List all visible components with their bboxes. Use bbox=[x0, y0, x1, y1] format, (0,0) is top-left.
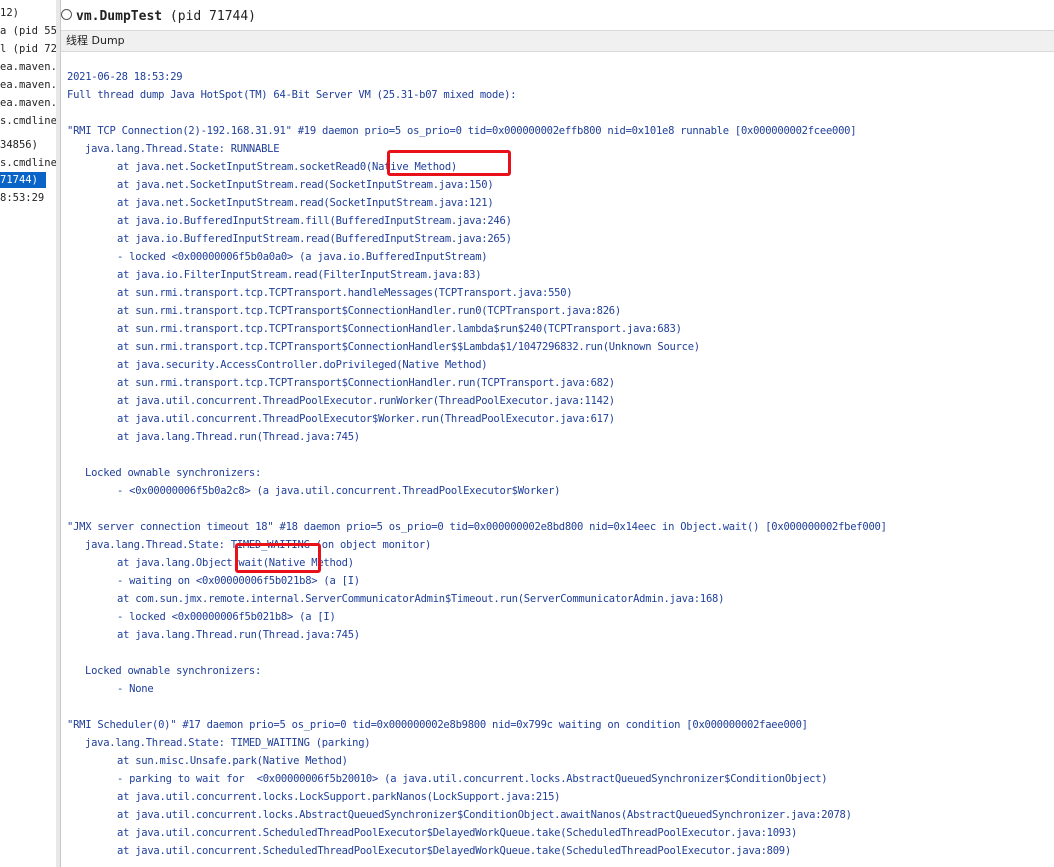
thread-header: "RMI TCP Connection(2)-192.168.31.91" #1… bbox=[67, 125, 857, 137]
stack-frame: at java.util.concurrent.ScheduledThreadP… bbox=[117, 845, 791, 857]
stack-frame: at java.util.concurrent.locks.AbstractQu… bbox=[117, 809, 852, 821]
tree-item[interactable]: a (pid 55 bbox=[0, 23, 56, 39]
main-panel: vm.DumpTest (pid 71744) 线程 Dump 2021-06-… bbox=[61, 0, 1054, 867]
thread-state: java.lang.Thread.State: TIMED_WAITING (o… bbox=[85, 539, 432, 551]
stack-frame: at java.io.BufferedInputStream.read(Buff… bbox=[117, 233, 512, 245]
tab-thread-dump[interactable]: 线程 Dump bbox=[66, 31, 125, 51]
tree-item[interactable]: s.cmdline bbox=[0, 155, 56, 171]
dump-header: Full thread dump Java HotSpot(TM) 64-Bit… bbox=[67, 89, 517, 101]
stack-frame: at java.lang.Object.wait(Native Method) bbox=[117, 557, 354, 569]
document-title: vm.DumpTest (pid 71744) bbox=[61, 6, 256, 28]
locked-synchronizer-item: - None bbox=[117, 683, 154, 695]
tree-item[interactable]: ea.maven. bbox=[0, 95, 56, 111]
stack-frame: at java.lang.Thread.run(Thread.java:745) bbox=[117, 431, 360, 443]
stack-frame: at sun.rmi.transport.tcp.TCPTransport$Co… bbox=[117, 377, 615, 389]
tree-item[interactable]: 8:53:29 bbox=[0, 190, 44, 206]
thread-header: "RMI Scheduler(0)" #17 daemon prio=5 os_… bbox=[67, 719, 808, 731]
stack-frame: - parking to wait for <0x00000006f5b2001… bbox=[117, 773, 828, 785]
tree-item-selected[interactable]: 71744) bbox=[0, 172, 46, 188]
stack-frame: at java.net.SocketInputStream.read(Socke… bbox=[117, 179, 494, 191]
stack-frame: at sun.rmi.transport.tcp.TCPTransport$Co… bbox=[117, 305, 621, 317]
locked-synchronizers-title: Locked ownable synchronizers: bbox=[85, 665, 262, 677]
tree-item[interactable]: 12) bbox=[0, 5, 19, 21]
stack-frame: at java.util.concurrent.ScheduledThreadP… bbox=[117, 827, 798, 839]
thread-state: java.lang.Thread.State: RUNNABLE bbox=[85, 143, 280, 155]
applications-tree[interactable]: 12) a (pid 55 l (pid 72 ea.maven. ea.mav… bbox=[0, 0, 57, 867]
tree-item[interactable]: s.cmdline bbox=[0, 113, 56, 129]
stack-frame: at java.net.SocketInputStream.read(Socke… bbox=[117, 197, 494, 209]
stack-frame: at sun.rmi.transport.tcp.TCPTransport$Co… bbox=[117, 323, 682, 335]
locked-synchronizers-title: Locked ownable synchronizers: bbox=[85, 467, 262, 479]
tree-item[interactable]: l (pid 72 bbox=[0, 41, 56, 57]
stack-frame: at java.io.FilterInputStream.read(Filter… bbox=[117, 269, 482, 281]
tree-item[interactable]: 34856) bbox=[0, 137, 38, 153]
stack-frame: at java.util.concurrent.ThreadPoolExecut… bbox=[117, 395, 615, 407]
stack-frame: at java.security.AccessController.doPriv… bbox=[117, 359, 488, 371]
thread-header: "JMX server connection timeout 18" #18 d… bbox=[67, 521, 887, 533]
stack-frame: - locked <0x00000006f5b021b8> (a [I) bbox=[117, 611, 336, 623]
stack-frame: at java.util.concurrent.ThreadPoolExecut… bbox=[117, 413, 615, 425]
visualvm-window: 12) a (pid 55 l (pid 72 ea.maven. ea.mav… bbox=[0, 0, 1054, 867]
dump-timestamp: 2021-06-28 18:53:29 bbox=[67, 71, 183, 83]
tree-item[interactable]: ea.maven. bbox=[0, 59, 56, 75]
stack-frame: at java.lang.Thread.run(Thread.java:745) bbox=[117, 629, 360, 641]
stack-frame: at com.sun.jmx.remote.internal.ServerCom… bbox=[117, 593, 725, 605]
stack-frame: at java.io.BufferedInputStream.fill(Buff… bbox=[117, 215, 512, 227]
stack-frame: at java.net.SocketInputStream.socketRead… bbox=[117, 161, 458, 173]
locked-synchronizer-item: - <0x00000006f5b0a2c8> (a java.util.conc… bbox=[117, 485, 561, 497]
stack-frame: - waiting on <0x00000006f5b021b8> (a [I) bbox=[117, 575, 360, 587]
process-name: vm.DumpTest bbox=[76, 9, 163, 24]
thread-state: java.lang.Thread.State: TIMED_WAITING (p… bbox=[85, 737, 371, 749]
stack-frame: at sun.rmi.transport.tcp.TCPTransport$Co… bbox=[117, 341, 700, 353]
stack-frame: at java.util.concurrent.locks.LockSuppor… bbox=[117, 791, 561, 803]
process-pid: (pid 71744) bbox=[162, 9, 257, 24]
stack-frame: at sun.rmi.transport.tcp.TCPTransport.ha… bbox=[117, 287, 573, 299]
subtab-strip: 线程 Dump bbox=[61, 30, 1054, 52]
stack-frame: - locked <0x00000006f5b0a0a0> (a java.io… bbox=[117, 251, 488, 263]
stack-frame: at sun.misc.Unsafe.park(Native Method) bbox=[117, 755, 348, 767]
tree-item[interactable]: ea.maven. bbox=[0, 77, 56, 93]
process-status-icon bbox=[61, 9, 72, 20]
